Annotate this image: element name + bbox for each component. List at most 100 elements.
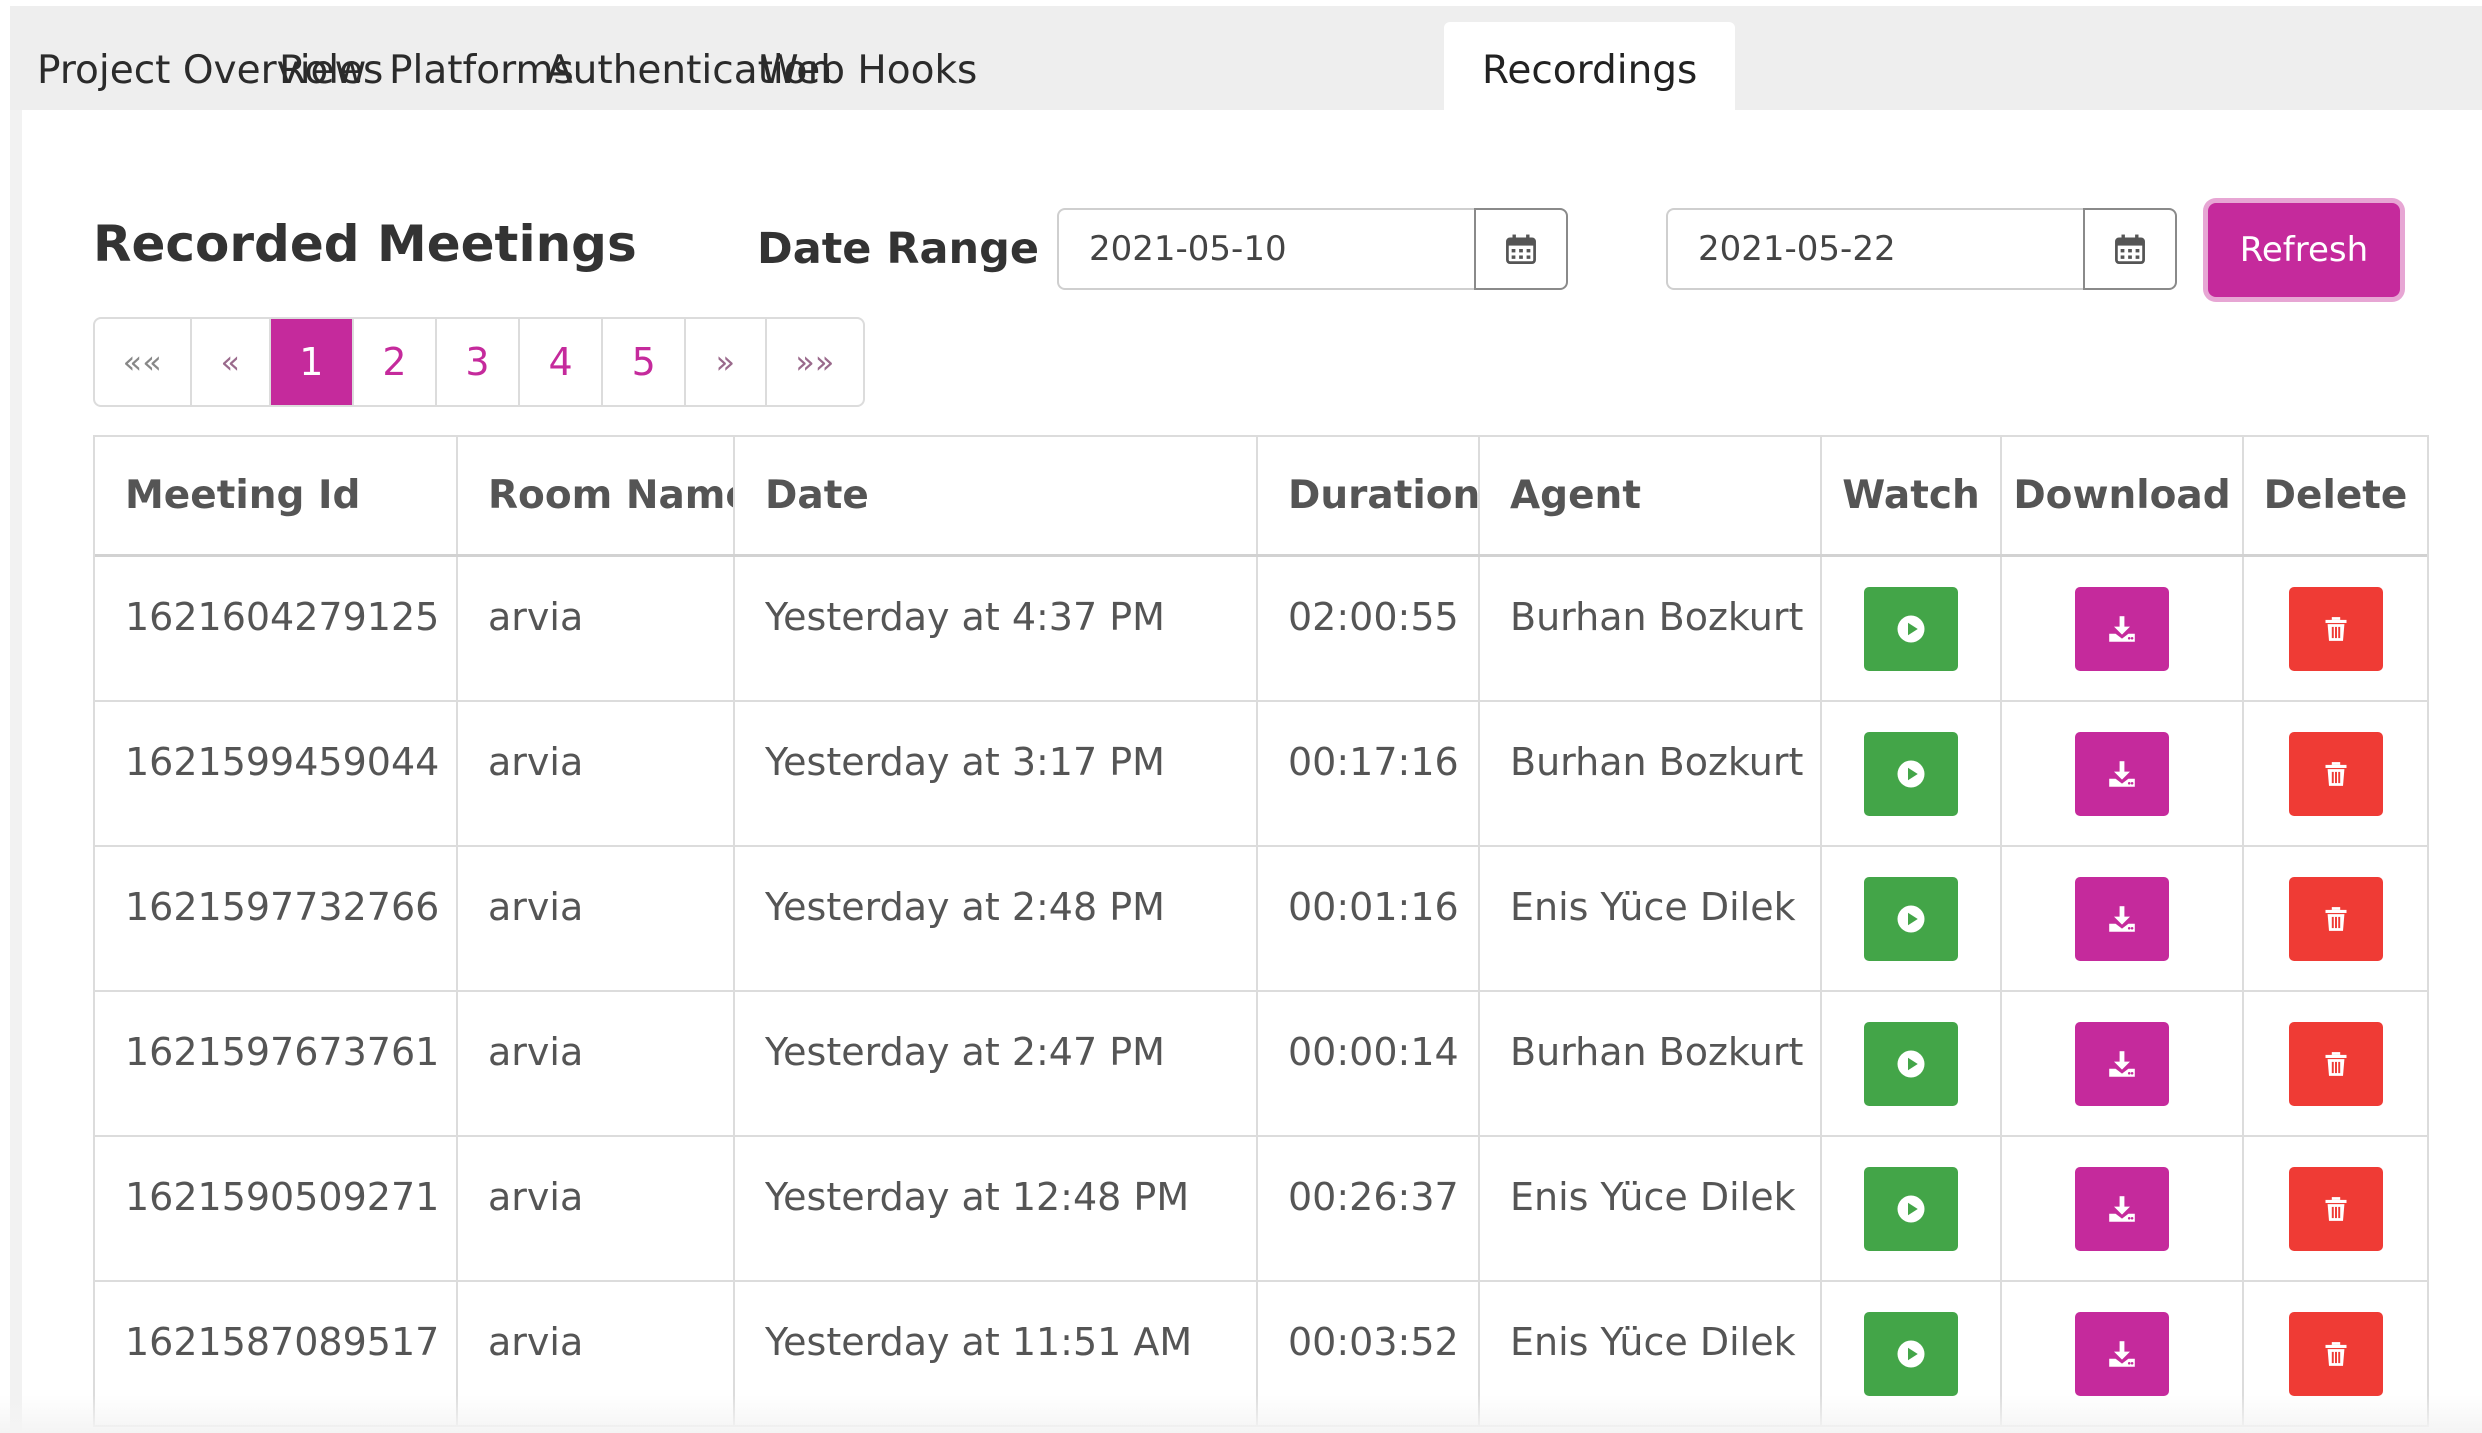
- watch-cell: [1822, 557, 2002, 700]
- delete-button[interactable]: [2288, 586, 2383, 671]
- page-title: Recorded Meetings: [93, 215, 637, 273]
- agent-cell: Burhan Bozkurt: [1480, 557, 1822, 700]
- download-button[interactable]: [2075, 1311, 2169, 1396]
- download-button[interactable]: [2075, 586, 2169, 671]
- trash-icon: [2325, 906, 2346, 931]
- watch-button[interactable]: [1864, 1021, 1958, 1106]
- room-name-cell: arvia: [458, 702, 735, 845]
- start-date-input[interactable]: [1057, 208, 1475, 290]
- duration-cell: 02:00:55: [1258, 557, 1480, 700]
- duration-cell: 00:01:16: [1258, 847, 1480, 990]
- table-header-row: Meeting Id Room Name Date Duration Agent…: [95, 437, 2427, 557]
- column-header-meeting-id: Meeting Id: [95, 437, 458, 554]
- table-row: 1621597732766 arvia Yesterday at 2:48 PM…: [95, 847, 2427, 992]
- tab-recordings[interactable]: Recordings: [1444, 22, 1736, 110]
- trash-icon: [2325, 1341, 2346, 1366]
- download-icon: [2109, 760, 2135, 787]
- watch-button[interactable]: [1864, 1166, 1958, 1251]
- column-header-agent: Agent: [1480, 437, 1822, 554]
- duration-cell: 00:26:37: [1258, 1137, 1480, 1280]
- column-header-download: Download: [2002, 437, 2244, 554]
- calendar-icon: [2115, 234, 2145, 264]
- date-cell: Yesterday at 2:47 PM: [735, 992, 1258, 1135]
- delete-cell: [2244, 1137, 2427, 1280]
- room-name-cell: arvia: [458, 1137, 735, 1280]
- watch-button[interactable]: [1864, 586, 1958, 671]
- page-3-button[interactable]: 3: [437, 319, 520, 405]
- page-prev-button[interactable]: «: [192, 319, 272, 405]
- agent-cell: Enis Yüce Dilek: [1480, 847, 1822, 990]
- delete-button[interactable]: [2288, 1021, 2383, 1106]
- download-icon: [2109, 1195, 2135, 1222]
- date-cell: Yesterday at 12:48 PM: [735, 1137, 1258, 1280]
- trash-icon: [2325, 1196, 2346, 1221]
- watch-button[interactable]: [1864, 876, 1958, 961]
- delete-button[interactable]: [2288, 876, 2383, 961]
- trash-icon: [2325, 616, 2346, 641]
- delete-button[interactable]: [2288, 1166, 2383, 1251]
- watch-button[interactable]: [1864, 731, 1958, 816]
- play-icon: [1897, 1340, 1925, 1367]
- calendar-icon: [1506, 234, 1536, 264]
- watch-cell: [1822, 847, 2002, 990]
- download-icon: [2109, 1050, 2135, 1077]
- column-header-room-name: Room Name: [458, 437, 735, 554]
- download-cell: [2002, 702, 2244, 845]
- download-cell: [2002, 557, 2244, 700]
- room-name-cell: arvia: [458, 847, 735, 990]
- agent-cell: Burhan Bozkurt: [1480, 702, 1822, 845]
- end-date-calendar-button[interactable]: [2083, 208, 2177, 290]
- tab-roles[interactable]: Roles: [279, 22, 383, 110]
- room-name-cell: arvia: [458, 557, 735, 700]
- page-next-button[interactable]: »: [686, 319, 767, 405]
- page-2-button[interactable]: 2: [354, 319, 438, 405]
- tab-web-hooks[interactable]: Web Hooks: [760, 22, 977, 110]
- refresh-button[interactable]: Refresh: [2208, 203, 2400, 297]
- page-1-button[interactable]: 1: [271, 319, 354, 405]
- meeting-id-cell: 1621590509271: [95, 1137, 458, 1280]
- download-cell: [2002, 1137, 2244, 1280]
- download-cell: [2002, 847, 2244, 990]
- play-icon: [1897, 760, 1925, 787]
- date-cell: Yesterday at 4:37 PM: [735, 557, 1258, 700]
- date-range-label: Date Range: [757, 224, 1040, 274]
- page-5-button[interactable]: 5: [603, 319, 686, 405]
- agent-cell: Enis Yüce Dilek: [1480, 1137, 1822, 1280]
- duration-cell: 00:17:16: [1258, 702, 1480, 845]
- table-row: 1621590509271 arvia Yesterday at 12:48 P…: [95, 1137, 2427, 1282]
- page-4-button[interactable]: 4: [520, 319, 604, 405]
- tab-bar: Project Overview Roles Platforms Authent…: [10, 6, 2482, 110]
- download-button[interactable]: [2075, 1021, 2169, 1106]
- date-cell: Yesterday at 2:48 PM: [735, 847, 1258, 990]
- delete-cell: [2244, 557, 2427, 700]
- download-icon: [2109, 615, 2135, 642]
- column-header-watch: Watch: [1822, 437, 2002, 554]
- end-date-input[interactable]: [1666, 208, 2084, 290]
- delete-cell: [2244, 992, 2427, 1135]
- column-header-duration: Duration: [1258, 437, 1480, 554]
- watch-button[interactable]: [1864, 1311, 1958, 1396]
- pagination: «« « 1 2 3 4 5 » »»: [93, 317, 865, 407]
- page-first-button[interactable]: ««: [95, 319, 192, 405]
- download-button[interactable]: [2075, 876, 2169, 961]
- date-cell: Yesterday at 3:17 PM: [735, 702, 1258, 845]
- meeting-id-cell: 1621599459044: [95, 702, 458, 845]
- recordings-table: Meeting Id Room Name Date Duration Agent…: [93, 435, 2429, 1427]
- agent-cell: Burhan Bozkurt: [1480, 992, 1822, 1135]
- bottom-edge: [0, 1395, 2482, 1433]
- download-button[interactable]: [2075, 1166, 2169, 1251]
- play-icon: [1897, 615, 1925, 642]
- download-button[interactable]: [2075, 731, 2169, 816]
- delete-button[interactable]: [2288, 731, 2383, 816]
- table-row: 1621599459044 arvia Yesterday at 3:17 PM…: [95, 702, 2427, 847]
- play-icon: [1897, 905, 1925, 932]
- column-header-date: Date: [735, 437, 1258, 554]
- watch-cell: [1822, 1137, 2002, 1280]
- start-date-calendar-button[interactable]: [1474, 208, 1568, 290]
- delete-button[interactable]: [2288, 1311, 2383, 1396]
- table-row: 1621597673761 arvia Yesterday at 2:47 PM…: [95, 992, 2427, 1137]
- page-last-button[interactable]: »»: [767, 319, 863, 405]
- content-left-edge: [10, 110, 22, 1433]
- trash-icon: [2325, 761, 2346, 786]
- download-cell: [2002, 992, 2244, 1135]
